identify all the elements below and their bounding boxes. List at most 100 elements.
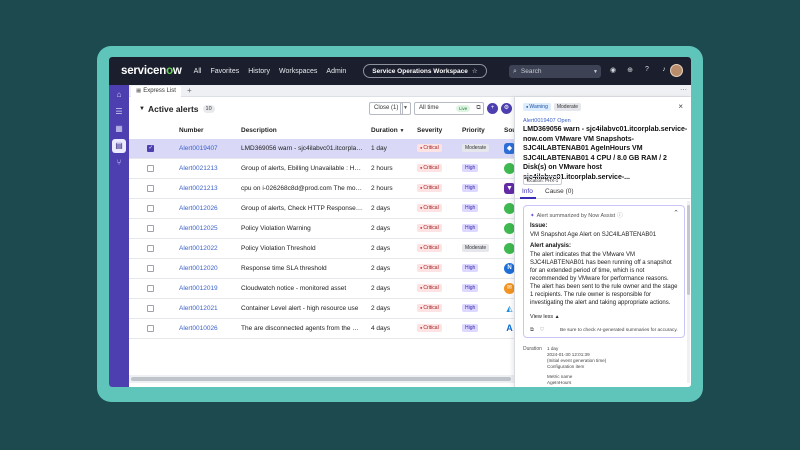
row-checkbox[interactable] bbox=[147, 225, 154, 232]
severity-badge: Critical bbox=[417, 224, 442, 232]
row-checkbox[interactable] bbox=[147, 305, 154, 312]
table-row[interactable]: Alert0012020 Response time SLA threshold… bbox=[129, 259, 515, 279]
severity-badge: Critical bbox=[417, 244, 442, 252]
gear-icon[interactable]: ⚙ bbox=[501, 103, 512, 114]
alert-count-badge: 10 bbox=[202, 105, 215, 113]
nav-all[interactable]: All bbox=[194, 68, 202, 75]
copy-icon[interactable]: ⧉ bbox=[530, 327, 534, 333]
row-checkbox[interactable] bbox=[147, 145, 154, 152]
alert-number-link[interactable]: Alert0021213 bbox=[179, 165, 218, 172]
thumb-icon[interactable]: ♡ bbox=[539, 327, 544, 333]
col-number[interactable]: Number bbox=[179, 127, 204, 134]
col-duration[interactable]: Duration ▼ bbox=[371, 127, 405, 134]
alert-number-link[interactable]: Alert0012019 bbox=[179, 285, 218, 292]
copy-icon[interactable]: ⧉ bbox=[473, 103, 484, 114]
nav-history[interactable]: History bbox=[248, 68, 270, 75]
toolbar-icons: ◉ ⊕ ? ♪ bbox=[609, 66, 677, 74]
nav-workspaces[interactable]: Workspaces bbox=[279, 68, 317, 75]
tab-cause[interactable]: Cause (0) bbox=[545, 188, 574, 195]
close-icon[interactable]: × bbox=[678, 102, 683, 111]
row-checkbox[interactable] bbox=[147, 185, 154, 192]
home-icon[interactable]: ⌂ bbox=[109, 88, 129, 102]
col-duration-label: Duration bbox=[371, 127, 398, 134]
star-icon[interactable]: ☆ bbox=[472, 67, 478, 75]
table-row[interactable]: Alert0012021 Container Level alert - hig… bbox=[129, 299, 515, 319]
add-icon[interactable]: + bbox=[487, 103, 498, 114]
avatar[interactable] bbox=[670, 64, 683, 77]
table-row[interactable]: Alert0012025 Policy Violation Warning 2 … bbox=[129, 219, 515, 239]
workspace-pill[interactable]: Service Operations Workspace ☆ bbox=[363, 64, 487, 78]
assist-header: ✦ Alert summarized by Now Assist ⓘ bbox=[530, 211, 623, 219]
severity-badge: Critical bbox=[417, 164, 442, 172]
row-checkbox[interactable] bbox=[147, 245, 154, 252]
tab-info[interactable]: Info bbox=[522, 188, 533, 195]
detail-title: LMD369056 warn - sjc4ilabvc01.itcorplab.… bbox=[523, 126, 688, 181]
table-row[interactable]: Alert0021213 Group of alerts, Ebilling U… bbox=[129, 159, 515, 179]
grid-icon[interactable]: ▦ bbox=[109, 122, 129, 136]
scroll-thumb[interactable] bbox=[131, 377, 511, 381]
servicenow-logo[interactable]: servicenow bbox=[121, 65, 182, 77]
table-row[interactable]: Alert0019407 LMD369056 warn - sjc4ilabvc… bbox=[129, 139, 515, 159]
nav-admin[interactable]: Admin bbox=[326, 68, 346, 75]
global-search[interactable]: ⌕ Search ▼ bbox=[509, 65, 601, 78]
scroll-thumb[interactable] bbox=[687, 205, 690, 295]
list-icon[interactable]: ☰ bbox=[109, 105, 129, 119]
list-title-text: Active alerts bbox=[147, 104, 199, 114]
workspace-name: Service Operations Workspace bbox=[372, 67, 468, 75]
alert-number-link[interactable]: Alert0012025 bbox=[179, 225, 218, 232]
topology-icon[interactable]: ⑂ bbox=[109, 156, 129, 170]
help-icon[interactable]: ? bbox=[643, 66, 651, 74]
row-checkbox[interactable] bbox=[147, 165, 154, 172]
chat-icon[interactable]: ◉ bbox=[609, 66, 617, 74]
priority-badge: High bbox=[462, 284, 479, 292]
ai-disclaimer: Be sure to check AI-generated summaries … bbox=[559, 328, 678, 333]
table-row[interactable]: Alert0012022 Policy Violation Threshold … bbox=[129, 239, 515, 259]
view-less-link[interactable]: View less ▲ bbox=[530, 314, 560, 320]
alert-number-link[interactable]: Alert0012022 bbox=[179, 245, 218, 252]
chevron-down-icon[interactable]: ▼ bbox=[593, 69, 598, 75]
info-icon[interactable]: ⓘ bbox=[617, 213, 623, 219]
alert-duration: 2 days bbox=[371, 285, 391, 292]
tab-express-list[interactable]: ▦ Express List bbox=[131, 86, 181, 97]
search-input[interactable]: Search bbox=[521, 68, 542, 75]
alert-number-link[interactable]: Alert0012020 bbox=[179, 265, 218, 272]
close-button[interactable]: Close (1) bbox=[369, 102, 404, 115]
alert-description: cpu on i-026268c8d@prod.com The monitor.… bbox=[241, 185, 363, 192]
alert-duration: 2 days bbox=[371, 205, 391, 212]
alert-description: Policy Violation Threshold bbox=[241, 245, 316, 252]
sort-down-icon[interactable]: ▼ bbox=[400, 128, 405, 134]
filter-icon[interactable]: ▼ bbox=[139, 106, 145, 112]
alert-description: LMD369056 warn - sjc4ilabvc01.itcorplab.… bbox=[241, 145, 363, 152]
chevron-up-icon[interactable]: ⌃ bbox=[673, 209, 679, 217]
table-row[interactable]: Alert0021213 cpu on i-026268c8d@prod.com… bbox=[129, 179, 515, 199]
alert-description: Container Level alert - high resource us… bbox=[241, 305, 359, 312]
severity-badge: Critical bbox=[417, 184, 442, 192]
col-priority[interactable]: Priority bbox=[462, 127, 485, 134]
row-checkbox[interactable] bbox=[147, 205, 154, 212]
nav-favorites[interactable]: Favorites bbox=[210, 68, 239, 75]
add-tab-button[interactable]: + bbox=[187, 85, 192, 97]
table-icon: ▦ bbox=[136, 88, 142, 94]
alert-number-link[interactable]: Alert0012026 bbox=[179, 205, 218, 212]
table-row[interactable]: Alert0012019 Cloudwatch notice - monitor… bbox=[129, 279, 515, 299]
row-checkbox[interactable] bbox=[147, 285, 154, 292]
more-icon[interactable]: ⋯ bbox=[680, 85, 687, 97]
close-menu-button[interactable]: ▼ bbox=[400, 102, 411, 115]
vertical-scrollbar[interactable] bbox=[687, 201, 690, 383]
table-row[interactable]: Alert0010026 The are disconnected agents… bbox=[129, 319, 515, 339]
row-checkbox[interactable] bbox=[147, 325, 154, 332]
alert-number-link[interactable]: Alert0012021 bbox=[179, 305, 218, 312]
alert-description: Group of alerts, Check HTTP Response CRI… bbox=[241, 205, 363, 212]
horizontal-scrollbar[interactable] bbox=[129, 375, 514, 383]
col-description[interactable]: Description bbox=[241, 127, 277, 134]
col-severity[interactable]: Severity bbox=[417, 127, 442, 134]
alert-number-link[interactable]: Alert0021213 bbox=[179, 185, 218, 192]
alert-number-link[interactable]: Alert0019407 bbox=[179, 145, 218, 152]
alerts-icon[interactable]: ▤ bbox=[112, 139, 126, 153]
tab-label: Express List bbox=[143, 88, 176, 94]
globe-icon[interactable]: ⊕ bbox=[626, 66, 634, 74]
bell-icon[interactable]: ♪ bbox=[660, 66, 668, 74]
alert-number-link[interactable]: Alert0010026 bbox=[179, 325, 218, 332]
row-checkbox[interactable] bbox=[147, 265, 154, 272]
table-row[interactable]: Alert0012026 Group of alerts, Check HTTP… bbox=[129, 199, 515, 219]
